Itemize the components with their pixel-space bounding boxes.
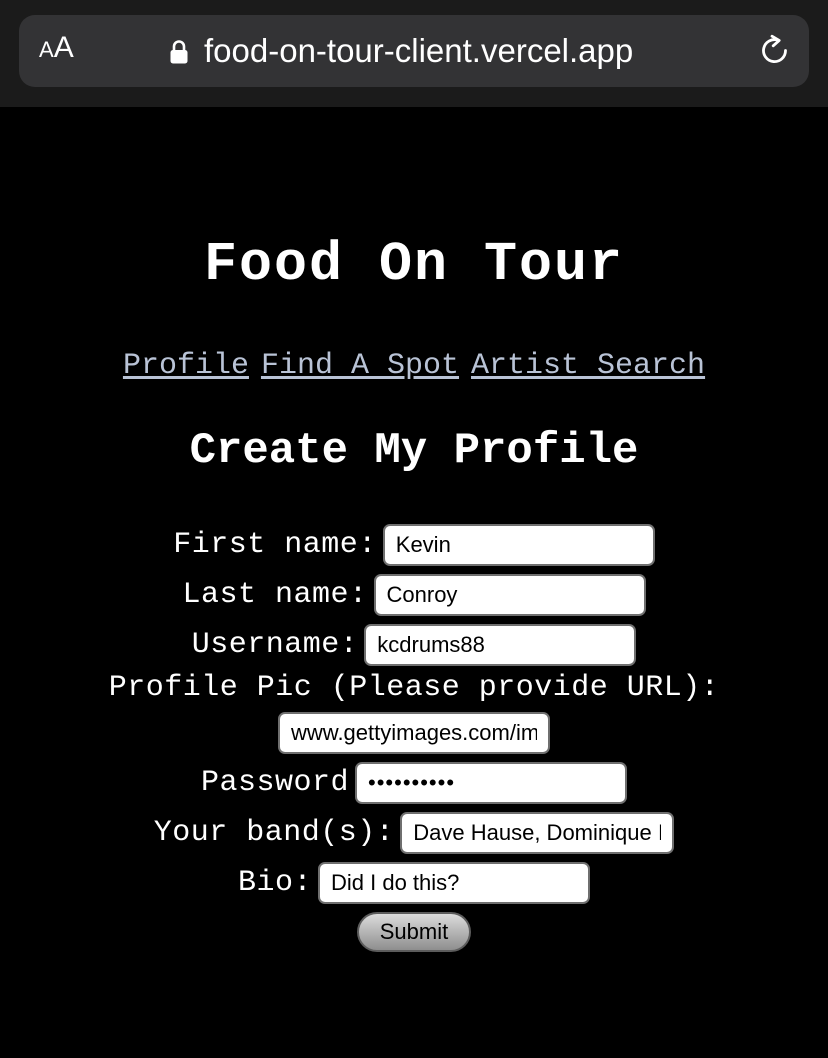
username-input[interactable] [364,624,637,666]
text-size-large-letter: A [53,31,74,64]
profile-pic-url-input[interactable] [278,712,550,754]
text-size-small-letter: A [39,37,54,62]
bio-row: Bio: [0,862,828,904]
nav-link-artist-search[interactable]: Artist Search [471,349,705,383]
page-title: Food On Tour [203,233,625,296]
form-heading: Create My Profile [189,426,639,476]
submit-button[interactable]: Submit [357,912,471,952]
profile-pic-label: Profile Pic (Please provide URL): [108,671,720,705]
bio-label: Bio: [237,866,312,900]
first-name-input[interactable] [382,524,655,566]
profile-pic-label-row: Profile Pic (Please provide URL): [0,670,828,706]
username-label: Username: [191,628,359,662]
last-name-row: Last name: [0,574,828,616]
url-text[interactable]: food-on-tour-client.vercel.app [204,33,633,69]
password-input[interactable] [355,762,628,804]
text-size-icon[interactable]: AA [39,33,74,63]
password-row: Password [0,762,828,804]
reload-icon[interactable] [757,33,793,69]
main-nav: Profile Find A Spot Artist Search [0,346,828,386]
profile-pic-row [0,712,828,754]
bands-row: Your band(s): [0,812,828,854]
password-label: Password [200,766,350,800]
bands-label: Your band(s): [153,816,395,850]
nav-link-find-a-spot[interactable]: Find A Spot [261,349,459,383]
address-bar[interactable]: AA food-on-tour-client.vercel.app [19,15,809,87]
last-name-input[interactable] [373,574,646,616]
username-row: Username: [0,624,828,666]
last-name-label: Last name: [182,578,368,612]
nav-link-profile[interactable]: Profile [123,349,249,383]
lock-icon [170,40,188,64]
first-name-row: First name: [0,524,828,566]
bands-input[interactable] [400,812,675,854]
first-name-label: First name: [173,528,377,562]
browser-toolbar: AA food-on-tour-client.vercel.app [0,0,828,107]
bio-input[interactable] [318,862,590,904]
